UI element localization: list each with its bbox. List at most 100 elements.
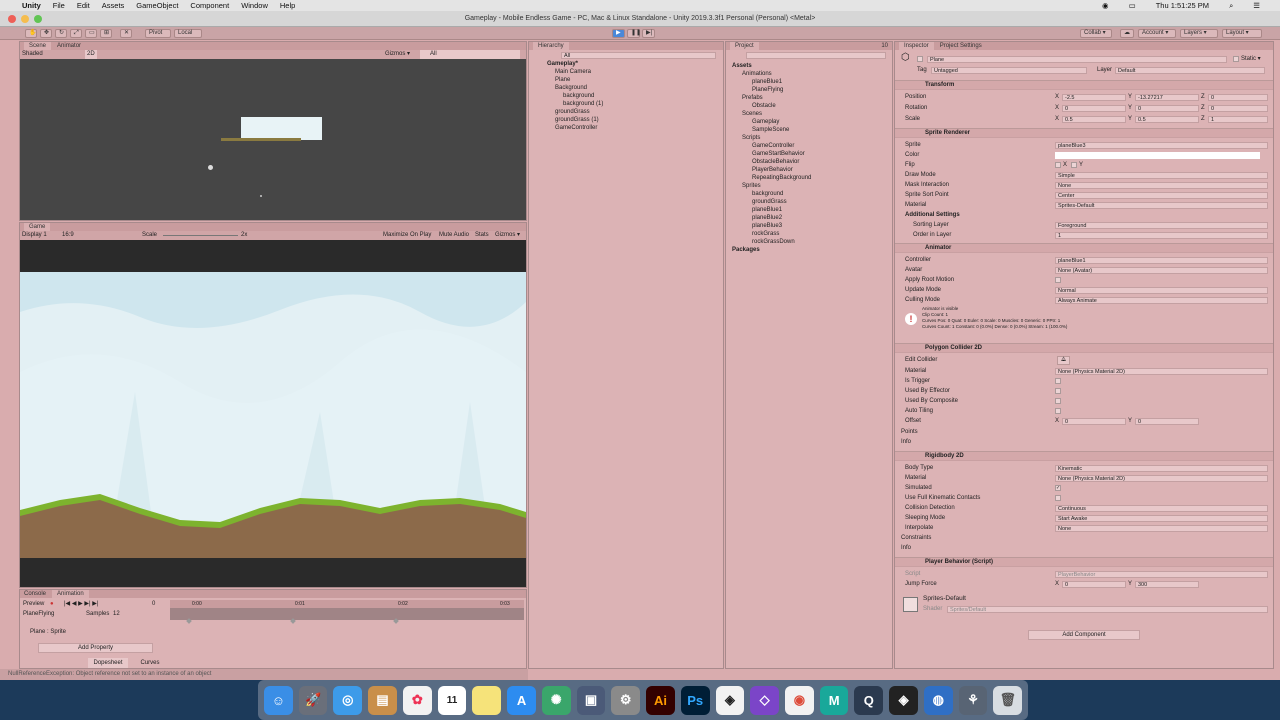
hierarchy-item[interactable]: Main Camera — [555, 68, 591, 76]
rigidbody-header[interactable]: Rigidbody 2D — [895, 451, 1273, 461]
hand-tool-icon[interactable]: ✋ — [25, 29, 37, 38]
draw-mode-dropdown[interactable]: Simple — [1055, 172, 1268, 179]
scene-ground-sprite[interactable] — [221, 138, 301, 141]
shader-dropdown[interactable]: Sprites/Default — [947, 606, 1268, 613]
active-checkbox[interactable] — [917, 56, 923, 62]
jump-force-y-field[interactable]: 300 — [1135, 581, 1199, 588]
hierarchy-search-input[interactable]: All — [561, 52, 716, 59]
zoom-window-icon[interactable] — [34, 15, 42, 23]
system-preferences-icon[interactable]: ⚙ — [611, 685, 641, 715]
timeline-ruler[interactable]: 0:00 0:01 0:02 0:03 — [170, 600, 524, 608]
collab-button[interactable]: Collab ▾ — [1080, 29, 1112, 38]
hierarchy-item[interactable]: groundGrass (1) — [555, 116, 599, 124]
control-center-icon[interactable]: ☰ — [1253, 1, 1260, 10]
sleeping-mode-dropdown[interactable]: Start Awake — [1055, 515, 1268, 522]
maya-icon[interactable]: M — [819, 685, 849, 715]
migration-icon[interactable]: ⚘ — [958, 685, 988, 715]
tab-scene[interactable]: Scene — [24, 42, 52, 50]
tab-animator[interactable]: Animator — [57, 42, 81, 50]
rb-material-field[interactable]: None (Physics Material 2D) — [1055, 475, 1268, 482]
photoshop-icon[interactable]: Ps — [680, 685, 710, 715]
menu-assets[interactable]: Assets — [102, 1, 125, 10]
layout-button[interactable]: Layout ▾ — [1222, 29, 1262, 38]
offset-y-field[interactable]: 0 — [1135, 418, 1199, 425]
scale-slider[interactable] — [163, 235, 238, 236]
hierarchy-item[interactable]: groundGrass — [555, 108, 590, 116]
project-item[interactable]: Scripts — [742, 134, 760, 142]
hierarchy-item[interactable]: Plane — [555, 76, 570, 84]
rb-info-foldout[interactable]: Info — [901, 544, 911, 552]
material-field[interactable]: Sprites-Default — [1055, 202, 1268, 209]
culling-mode-dropdown[interactable]: Always Animate — [1055, 297, 1268, 304]
2d-toggle[interactable]: 2D — [85, 50, 97, 59]
dopesheet-tab[interactable]: Dopesheet — [88, 658, 128, 668]
project-item[interactable]: RepeatingBackground — [752, 174, 811, 182]
color-swatch[interactable] — [1055, 152, 1260, 159]
move-tool-icon[interactable]: ✥ — [40, 29, 52, 38]
pause-button[interactable]: ❚❚ — [627, 29, 641, 38]
player-behavior-header[interactable]: Player Behavior (Script) — [895, 557, 1273, 567]
offset-x-field[interactable]: 0 — [1062, 418, 1126, 425]
scene-plane-gizmo[interactable] — [208, 165, 213, 170]
app-menu[interactable]: Unity — [22, 1, 41, 10]
add-property-button[interactable]: Add Property — [38, 643, 153, 653]
menu-component[interactable]: Component — [190, 1, 229, 10]
hierarchy-item[interactable]: Background — [555, 84, 587, 92]
static-checkbox[interactable] — [1233, 56, 1239, 62]
record-icon[interactable]: ● — [50, 600, 54, 608]
simulated-checkbox[interactable]: ✓ — [1055, 485, 1061, 491]
flip-x-checkbox[interactable] — [1055, 162, 1061, 168]
cloud-icon[interactable]: ☁ — [1120, 29, 1134, 38]
project-item[interactable]: Assets — [732, 62, 752, 70]
update-mode-dropdown[interactable]: Normal — [1055, 287, 1268, 294]
project-item[interactable]: GameStartBehavior — [752, 150, 805, 158]
scene-background-sprite[interactable] — [241, 117, 322, 140]
unity-icon[interactable]: ◈ — [889, 685, 918, 715]
scale-y-field[interactable]: 0.5 — [1135, 116, 1199, 123]
battery-icon[interactable]: ▭ — [1129, 1, 1136, 10]
pivot-toggle[interactable]: Pivot — [145, 29, 171, 38]
full-kinematic-checkbox[interactable] — [1055, 495, 1061, 501]
tab-project-settings[interactable]: Project Settings — [940, 42, 982, 50]
project-item[interactable]: background — [752, 190, 783, 198]
tab-console[interactable]: Console — [24, 590, 46, 598]
avatar-field[interactable]: None (Avatar) — [1055, 267, 1268, 274]
collider-info-foldout[interactable]: Info — [901, 438, 911, 446]
safari-icon[interactable]: ◎ — [333, 685, 363, 715]
hierarchy-item[interactable]: background (1) — [563, 100, 603, 108]
status-bar[interactable]: NullReferenceException: Object reference… — [0, 669, 528, 680]
scene-search-input[interactable]: All — [420, 50, 520, 59]
position-x-field[interactable]: -2.5 — [1062, 94, 1126, 101]
material-preview-name[interactable]: Sprites-Default — [923, 595, 966, 603]
project-item[interactable]: Obstacle — [752, 102, 776, 110]
scene-gizmos[interactable]: Gizmos ▾ — [385, 50, 410, 59]
sorting-layer-dropdown[interactable]: Foreground — [1055, 222, 1268, 229]
menu-window[interactable]: Window — [241, 1, 268, 10]
flip-y-checkbox[interactable] — [1071, 162, 1077, 168]
rotation-x-field[interactable]: 0 — [1062, 105, 1126, 112]
illustrator-icon[interactable]: Ai — [646, 685, 675, 715]
hierarchy-item[interactable]: GameController — [555, 124, 597, 132]
quicktime-icon[interactable]: Q — [854, 685, 884, 715]
keyframe-summary-row[interactable] — [170, 608, 524, 620]
is-trigger-checkbox[interactable] — [1055, 378, 1061, 384]
project-item[interactable]: Gameplay — [752, 118, 779, 126]
mute-audio-toggle[interactable]: Mute Audio — [439, 231, 469, 240]
display-dropdown[interactable]: Display 1 — [22, 232, 47, 238]
trash-icon[interactable]: 🗑 — [993, 685, 1023, 715]
controller-field[interactable]: planeBlue1 — [1055, 257, 1268, 264]
unity-hub-icon[interactable]: ◈ — [715, 685, 745, 715]
sprite-renderer-header[interactable]: Sprite Renderer — [895, 128, 1273, 138]
additional-settings-foldout[interactable]: Additional Settings — [905, 211, 960, 219]
project-item[interactable]: rockGrassDown — [752, 238, 795, 246]
order-in-layer-field[interactable]: 1 — [1055, 232, 1268, 239]
project-item[interactable]: PlayerBehavior — [752, 166, 793, 174]
curves-tab[interactable]: Curves — [130, 658, 170, 668]
project-item[interactable]: GameController — [752, 142, 794, 150]
project-search-input[interactable] — [746, 52, 886, 59]
scale-tool-icon[interactable]: ⤢ — [70, 29, 82, 38]
local-toggle[interactable]: Local — [174, 29, 202, 38]
screenshot-icon[interactable]: ▣ — [576, 685, 606, 715]
minimize-window-icon[interactable] — [21, 15, 29, 23]
edit-collider-button[interactable]: ⟁ — [1057, 356, 1070, 365]
